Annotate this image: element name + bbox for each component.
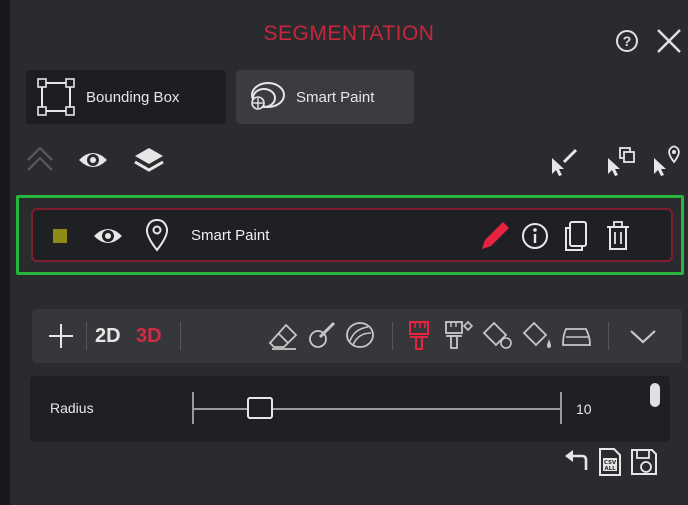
blob-icon[interactable] <box>344 319 376 351</box>
layer-color-swatch[interactable] <box>53 229 67 243</box>
brush-settings-icon[interactable] <box>442 319 474 353</box>
separator <box>180 322 181 350</box>
csv-all-icon[interactable]: CSV ALL <box>594 446 624 478</box>
paint-brush-icon[interactable] <box>404 319 434 353</box>
save-icon[interactable] <box>628 446 660 478</box>
selected-layer-highlight: Smart Paint <box>16 195 684 275</box>
chevron-down-icon[interactable] <box>626 323 660 349</box>
eraser-icon[interactable] <box>268 321 300 351</box>
scrollbar[interactable] <box>650 383 660 407</box>
iron-icon[interactable] <box>560 319 594 353</box>
radius-control: Radius 10 <box>30 376 670 442</box>
radius-label: Radius <box>50 400 94 416</box>
paint-tool-row: 2D 3D <box>32 309 682 363</box>
tab-bounding-box-label: Bounding Box <box>86 88 180 106</box>
layer-item[interactable]: Smart Paint <box>31 208 673 262</box>
brush-pencil-icon[interactable] <box>306 319 338 351</box>
pointer-pin-icon[interactable] <box>650 140 686 180</box>
pointer-box-icon[interactable] <box>602 140 638 180</box>
layers-icon[interactable] <box>132 140 166 180</box>
plus-icon[interactable] <box>46 321 76 351</box>
slider-end-tick <box>560 392 562 424</box>
separator <box>608 322 609 350</box>
separator <box>86 322 87 350</box>
help-icon[interactable]: ? <box>616 30 638 52</box>
eye-icon[interactable] <box>76 140 110 180</box>
collapse-up-icon[interactable] <box>24 140 56 180</box>
separator <box>392 322 393 350</box>
fill-drop-icon[interactable] <box>522 319 554 353</box>
panel-title: SEGMENTATION <box>263 22 435 45</box>
mode-3d-toggle[interactable]: 3D <box>136 325 162 348</box>
smart-paint-icon <box>251 82 285 110</box>
svg-text:ALL: ALL <box>604 466 616 472</box>
layer-toolbar <box>10 140 688 180</box>
eye-icon[interactable] <box>91 220 125 252</box>
info-icon[interactable] <box>519 220 551 252</box>
close-icon[interactable] <box>654 26 684 56</box>
pencil-icon[interactable] <box>479 218 511 254</box>
mode-2d-toggle[interactable]: 2D <box>95 325 121 348</box>
radius-slider-thumb[interactable] <box>246 397 273 419</box>
trash-icon[interactable] <box>603 218 633 254</box>
tab-smart-paint[interactable]: Smart Paint <box>236 70 414 124</box>
fill-icon[interactable] <box>482 319 514 353</box>
tab-smart-paint-label: Smart Paint <box>296 88 375 106</box>
undo-icon[interactable] <box>562 446 592 476</box>
bounding-box-icon <box>37 78 75 116</box>
pin-icon[interactable] <box>143 216 171 254</box>
pointer-pencil-icon[interactable] <box>546 140 582 180</box>
layer-name: Smart Paint <box>191 227 270 244</box>
segmentation-panel: SEGMENTATION ? Bounding Box Smart Paint <box>10 0 688 505</box>
radius-value: 10 <box>576 401 592 417</box>
tab-bounding-box[interactable]: Bounding Box <box>26 70 226 124</box>
copy-icon[interactable] <box>561 218 591 254</box>
